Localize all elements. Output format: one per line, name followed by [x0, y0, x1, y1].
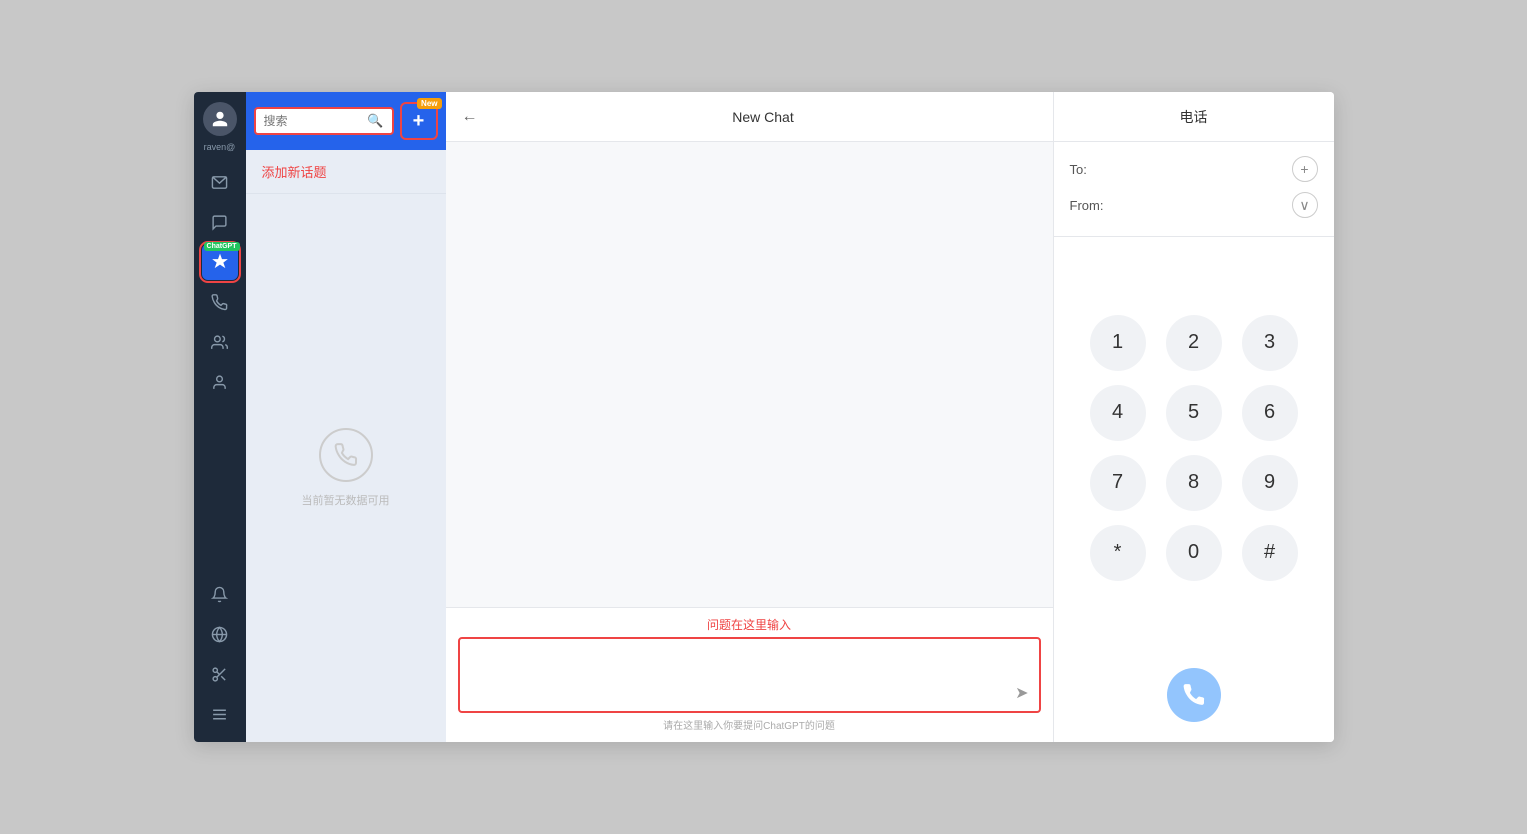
from-dropdown-button[interactable]: ∨ [1292, 192, 1318, 218]
empty-phone-icon [319, 428, 373, 482]
chat-input[interactable] [470, 645, 1008, 705]
dialpad-key-4[interactable]: 4 [1090, 385, 1146, 441]
dialpad-key-8[interactable]: 8 [1166, 455, 1222, 511]
send-button[interactable]: ➤ [1015, 683, 1028, 703]
to-label: To: [1070, 162, 1087, 177]
menu-nav-icon[interactable] [202, 696, 238, 732]
dialpad: 1 2 3 4 5 6 7 8 9 * 0 # [1054, 237, 1334, 658]
bell-nav-icon[interactable] [202, 576, 238, 612]
dialpad-key-5[interactable]: 5 [1166, 385, 1222, 441]
empty-text: 当前暂无数据可用 [302, 492, 390, 508]
call-button[interactable] [1167, 668, 1221, 722]
dialpad-key-0[interactable]: 0 [1166, 525, 1222, 581]
scissors-nav-icon[interactable] [202, 656, 238, 692]
dialpad-key-6[interactable]: 6 [1242, 385, 1298, 441]
nav-bar: raven@ ChatGPT [194, 92, 246, 742]
chatgpt-badge: ChatGPT [204, 242, 240, 251]
search-input-wrap[interactable]: 🔍 [254, 107, 394, 135]
dialpad-row-4: * 0 # [1090, 525, 1298, 581]
search-input[interactable] [264, 114, 364, 128]
dialpad-key-3[interactable]: 3 [1242, 315, 1298, 371]
dialpad-key-2[interactable]: 2 [1166, 315, 1222, 371]
sidebar: 🔍 New + 添加新话题 当前暂无数据可用 [246, 92, 446, 742]
from-label: From: [1070, 198, 1104, 213]
dialpad-key-1[interactable]: 1 [1090, 315, 1146, 371]
new-chat-button[interactable]: New + [400, 102, 438, 140]
globe-nav-icon[interactable] [202, 616, 238, 652]
to-add-button[interactable]: + [1292, 156, 1318, 182]
dialpad-row-1: 1 2 3 [1090, 315, 1298, 371]
chat-input-label: 问题在这里输入 [458, 616, 1041, 633]
chat-hint: 请在这里输入你要提问ChatGPT的问题 [458, 713, 1041, 734]
new-badge: New [417, 98, 441, 109]
phone-fields: To: + From: ∨ [1054, 142, 1334, 237]
dialpad-key-7[interactable]: 7 [1090, 455, 1146, 511]
add-topic-button[interactable]: 添加新话题 [246, 150, 446, 194]
user-nav-icon[interactable] [202, 364, 238, 400]
phone-header: 电话 [1054, 92, 1334, 142]
chat-nav-icon[interactable] [202, 204, 238, 240]
dialpad-key-hash[interactable]: # [1242, 525, 1298, 581]
phone-nav-icon[interactable] [202, 284, 238, 320]
call-button-wrap [1054, 658, 1334, 742]
dialpad-row-2: 4 5 6 [1090, 385, 1298, 441]
mail-nav-icon[interactable] [202, 164, 238, 200]
from-field-row: From: ∨ [1070, 192, 1318, 218]
sidebar-empty-state: 当前暂无数据可用 [246, 194, 446, 742]
chat-main: ← New Chat 问题在这里输入 ➤ 请在这里输入你要提问ChatGPT的问… [446, 92, 1054, 742]
dialpad-row-3: 7 8 9 [1090, 455, 1298, 511]
chat-title: New Chat [490, 109, 1037, 125]
search-icon: 🔍 [367, 113, 383, 129]
chatgpt-nav-icon[interactable]: ChatGPT [202, 244, 238, 280]
sidebar-search-bar: 🔍 New + [246, 92, 446, 150]
chat-input-area: 问题在这里输入 ➤ 请在这里输入你要提问ChatGPT的问题 [446, 607, 1053, 742]
chat-input-wrap: ➤ [458, 637, 1041, 713]
phone-panel: 电话 To: + From: ∨ 1 2 3 4 5 6 [1054, 92, 1334, 742]
chat-body [446, 142, 1053, 607]
group-nav-icon[interactable] [202, 324, 238, 360]
chat-header: ← New Chat [446, 92, 1053, 142]
back-button[interactable]: ← [462, 108, 478, 126]
phone-title: 电话 [1180, 107, 1208, 127]
nav-username: raven@ [204, 142, 236, 152]
to-field-row: To: + [1070, 156, 1318, 182]
avatar[interactable] [203, 102, 237, 136]
dialpad-key-9[interactable]: 9 [1242, 455, 1298, 511]
dialpad-key-star[interactable]: * [1090, 525, 1146, 581]
